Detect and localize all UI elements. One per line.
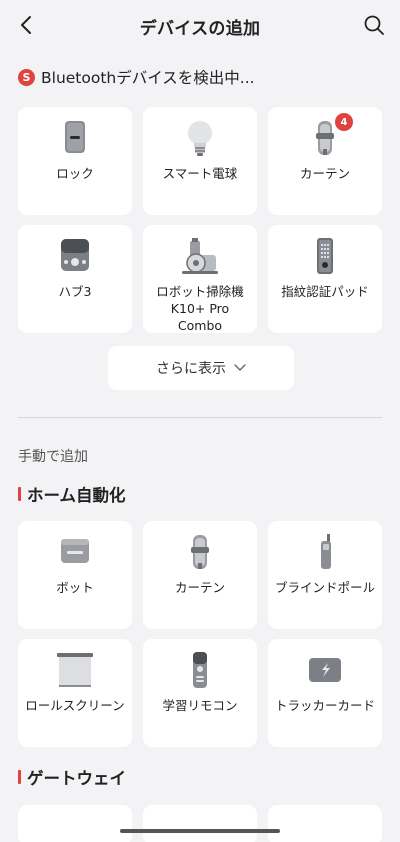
home-automation-grid: ボット カーテン ブラインドポール ロールスクリーン 学習リモコン トラッカーカ… [18, 521, 382, 747]
manual-add-label: 手動で追加 [18, 449, 88, 465]
bluetooth-scan-status: S Bluetoothデバイスを検出中... [18, 66, 255, 88]
section-title-gateway: ゲートウェイ [18, 766, 126, 788]
device-card-robot-vacuum[interactable]: ロボット掃除機 K10+ Pro Combo [143, 225, 257, 333]
robot-vacuum-icon [178, 237, 222, 275]
device-card-blind-tilt[interactable]: ブラインドポール [268, 521, 382, 629]
device-label: スマート電球 [162, 166, 238, 181]
device-card-learning-remote[interactable]: 学習リモコン [143, 639, 257, 747]
gateway-grid [18, 805, 382, 842]
device-card-fingerprint-pad[interactable]: 指紋認証パッド [268, 225, 382, 333]
header: デバイスの追加 [0, 0, 400, 50]
device-label: ボット [56, 580, 94, 595]
device-card-curtain[interactable]: 4 カーテン [268, 107, 382, 215]
hub-icon [53, 237, 97, 275]
bot-icon [53, 533, 97, 571]
blind-tilt-icon [303, 533, 347, 571]
device-card-hub3[interactable]: ハブ3 [18, 225, 132, 333]
show-more-label: さらに表示 [156, 361, 226, 377]
device-card-roller-shade[interactable]: ロールスクリーン [18, 639, 132, 747]
scan-status-text: Bluetoothデバイスを検出中... [41, 69, 255, 87]
section-title-text: ホーム自動化 [27, 486, 126, 505]
curtain-icon [178, 533, 222, 571]
device-card-lock[interactable]: ロック [18, 107, 132, 215]
section-divider [18, 417, 382, 418]
device-label: カーテン [174, 580, 225, 595]
discovered-device-grid: ロック スマート電球 4 カーテン ハブ3 ロボット掃除機 K10+ Pro C… [18, 107, 382, 333]
page-title: デバイスの追加 [139, 19, 261, 39]
device-card-curtain[interactable]: カーテン [143, 521, 257, 629]
device-label: ブラインドポール [274, 580, 375, 595]
keypad-icon [303, 237, 347, 275]
search-button[interactable] [362, 12, 386, 38]
curtain-icon [303, 119, 347, 157]
device-label: 学習リモコン [162, 698, 238, 713]
roller-shade-icon [53, 651, 97, 689]
device-card-tracker-card[interactable]: トラッカーカード [268, 639, 382, 747]
device-card-gateway-partial[interactable] [18, 805, 132, 842]
device-card-bot[interactable]: ボット [18, 521, 132, 629]
remote-icon [178, 651, 222, 689]
scan-badge: S [18, 68, 35, 86]
section-accent-bar [18, 770, 21, 784]
bulb-icon [178, 119, 222, 157]
chevron-down-icon [234, 364, 246, 372]
home-indicator [120, 829, 280, 833]
tracker-card-icon [303, 651, 347, 689]
device-label: ロボット掃除機 K10+ Pro Combo [156, 284, 244, 333]
device-card-smart-bulb[interactable]: スマート電球 [143, 107, 257, 215]
section-title-home-automation: ホーム自動化 [18, 483, 126, 505]
search-icon [364, 15, 384, 35]
device-label: 指紋認証パッド [281, 284, 369, 299]
show-more-button[interactable]: さらに表示 [108, 346, 294, 390]
section-title-text: ゲートウェイ [27, 769, 126, 788]
section-accent-bar [18, 487, 21, 501]
lock-icon [53, 119, 97, 157]
device-card-gateway-partial[interactable] [143, 805, 257, 842]
device-label: ロック [56, 166, 94, 181]
device-card-gateway-partial[interactable] [268, 805, 382, 842]
device-label: ロールスクリーン [25, 698, 125, 713]
device-label: ハブ3 [58, 284, 92, 299]
device-label: カーテン [299, 166, 350, 181]
device-label: トラッカーカード [274, 698, 375, 713]
